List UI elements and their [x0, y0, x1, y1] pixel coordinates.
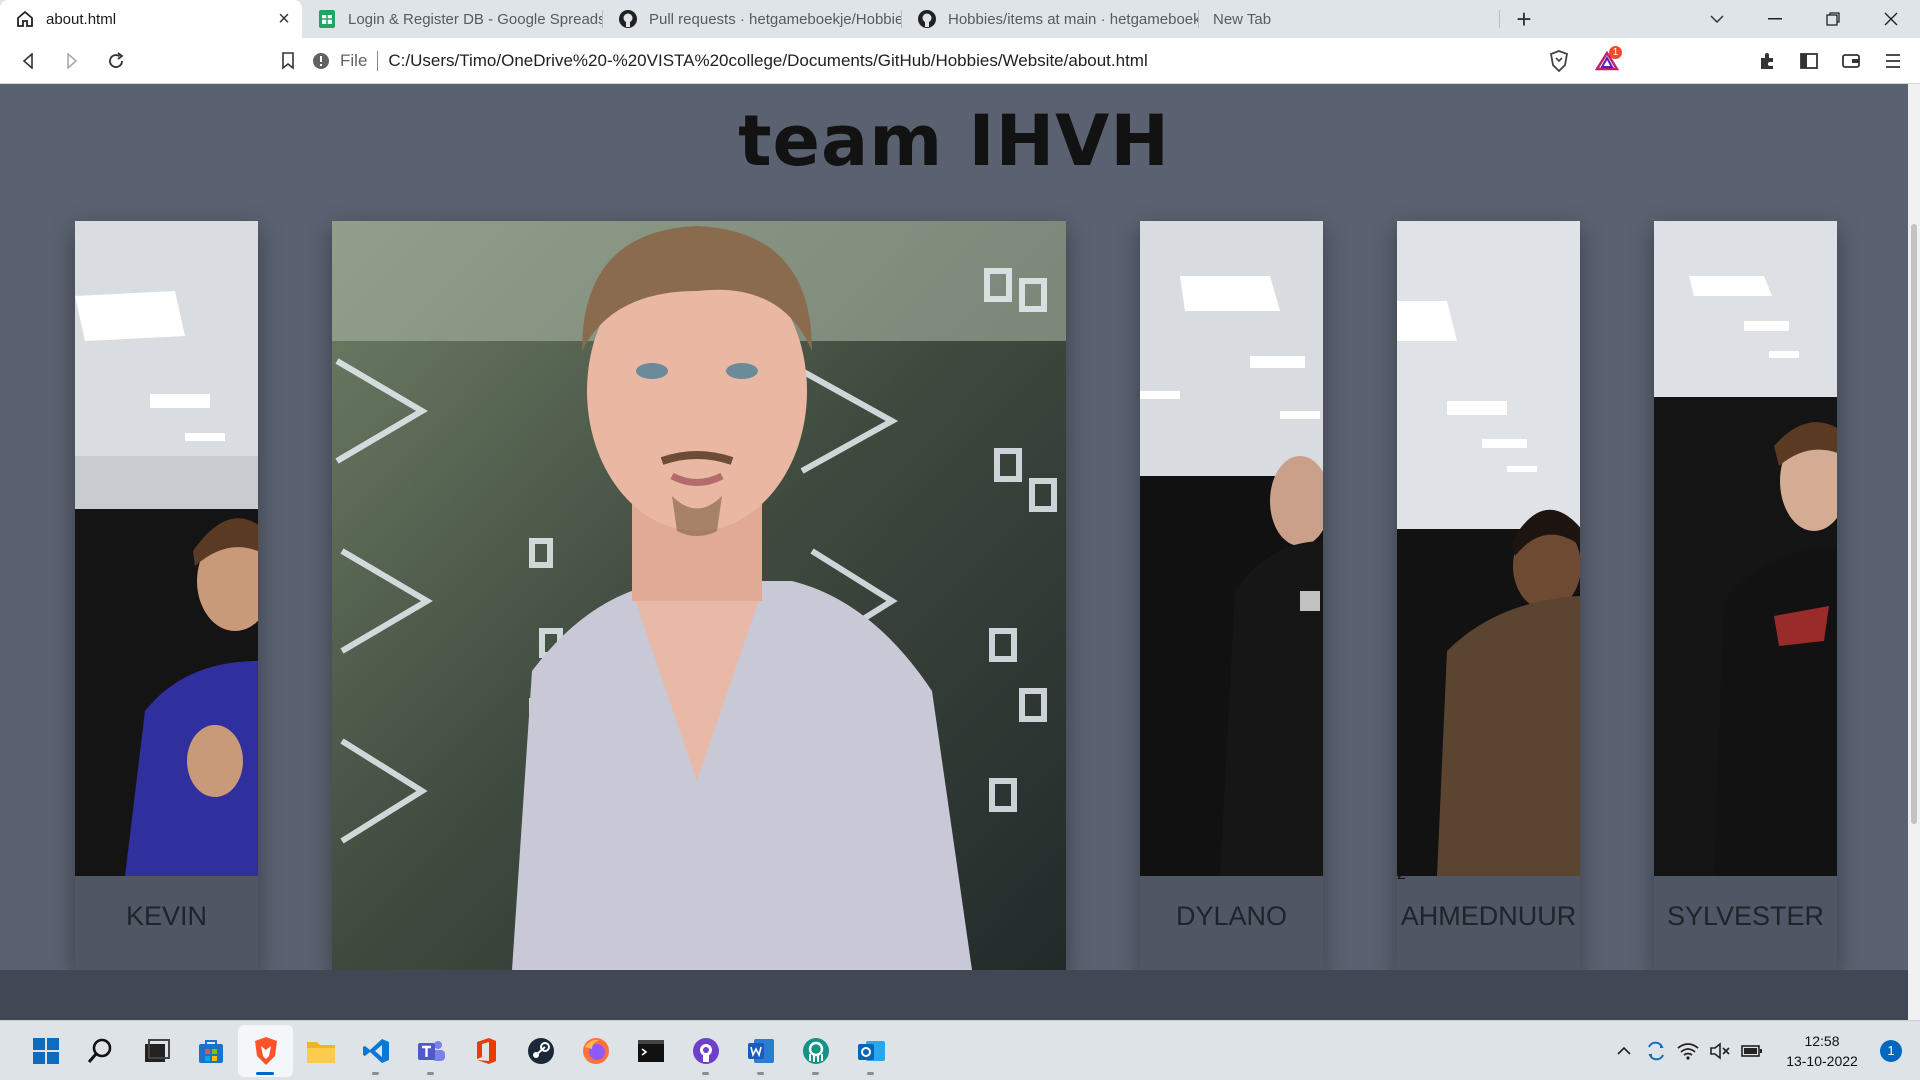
team-card-featured[interactable]: [332, 221, 1066, 970]
github-icon: [916, 8, 938, 30]
reload-icon[interactable]: [96, 41, 136, 81]
page-scrollbar[interactable]: [1908, 84, 1920, 1032]
battery-icon[interactable]: [1736, 1021, 1768, 1080]
page-viewport: team IHVH KEVIN DYLANO AHMEDNUUR SYLVEST…: [0, 84, 1908, 1032]
brave-rewards-icon[interactable]: 1: [1586, 38, 1628, 84]
sidebar-icon[interactable]: [1788, 38, 1830, 84]
forward-icon[interactable]: [52, 41, 92, 81]
window-controls: [1688, 0, 1920, 38]
chevron-up-icon[interactable]: [1608, 1021, 1640, 1080]
back-icon[interactable]: [8, 41, 48, 81]
tab-search-chevron-icon[interactable]: [1688, 0, 1746, 38]
teams-icon[interactable]: [403, 1025, 458, 1077]
stray-text: 2: [1397, 866, 1406, 883]
clock[interactable]: 12:58 13-10-2022: [1774, 1031, 1870, 1071]
terminal-icon[interactable]: [623, 1025, 678, 1077]
team-photo-kevin: [75, 221, 258, 876]
brave-shields-icon[interactable]: [1538, 38, 1580, 84]
close-tab-icon[interactable]: ×: [274, 9, 294, 29]
team-photo-sylvester: [1654, 221, 1837, 876]
bookmark-icon[interactable]: [268, 41, 308, 81]
info-icon[interactable]: [312, 52, 330, 70]
toolbar: File C:/Users/Timo/OneDrive%20-%20VISTA%…: [0, 38, 1920, 84]
taskbar: 12:58 13-10-2022 1: [0, 1020, 1920, 1080]
steam-icon[interactable]: [513, 1025, 568, 1077]
address-bar[interactable]: File C:/Users/Timo/OneDrive%20-%20VISTA%…: [312, 44, 1520, 78]
firefox-icon[interactable]: [568, 1025, 623, 1077]
team-card-sylvester[interactable]: SYLVESTER: [1654, 221, 1837, 970]
team-photo-dylano: [1140, 221, 1323, 876]
windows-start-icon[interactable]: [18, 1025, 73, 1077]
team-card-dylano[interactable]: DYLANO: [1140, 221, 1323, 970]
new-tab-button[interactable]: +: [1500, 0, 1548, 38]
sheets-icon: [316, 8, 338, 30]
extensions-icon[interactable]: [1746, 38, 1788, 84]
task-view-icon[interactable]: [128, 1025, 183, 1077]
toolbar-right: 1: [1538, 38, 1920, 84]
tab-title: Login & Register DB - Google Spreads: [348, 10, 602, 28]
taskbar-apps: [18, 1025, 898, 1077]
volume-muted-icon[interactable]: [1704, 1021, 1736, 1080]
tab-google-sheets[interactable]: Login & Register DB - Google Spreads: [302, 0, 602, 38]
tab-title: Hobbies/items at main · hetgameboek: [948, 10, 1198, 28]
member-name: DYLANO: [1175, 901, 1288, 931]
minimize-icon[interactable]: [1746, 0, 1804, 38]
search-icon[interactable]: [73, 1025, 128, 1077]
tab-new-tab[interactable]: New Tab: [1199, 0, 1499, 38]
menu-icon[interactable]: [1872, 38, 1914, 84]
github-desktop-icon[interactable]: [678, 1025, 733, 1077]
restore-icon[interactable]: [1804, 0, 1862, 38]
vscode-icon[interactable]: [348, 1025, 403, 1077]
gitkraken-icon[interactable]: [788, 1025, 843, 1077]
team-card-ahmednuur[interactable]: AHMEDNUUR: [1397, 221, 1580, 970]
member-name: KEVIN: [125, 901, 208, 931]
brave-icon[interactable]: [238, 1025, 293, 1077]
store-icon[interactable]: [183, 1025, 238, 1077]
home-icon: [14, 8, 36, 30]
tab-title: about.html: [46, 10, 117, 28]
tab-about-html[interactable]: about.html ×: [0, 0, 302, 38]
member-name: AHMEDNUUR: [1400, 901, 1577, 931]
url-text: C:/Users/Timo/OneDrive%20-%20VISTA%20col…: [388, 51, 1148, 70]
tab-pull-requests[interactable]: Pull requests · hetgameboekje/Hobbie: [603, 0, 901, 38]
file-explorer-icon[interactable]: [293, 1025, 348, 1077]
scroll-thumb[interactable]: [1911, 224, 1917, 824]
word-icon[interactable]: [733, 1025, 788, 1077]
system-tray: 12:58 13-10-2022 1: [1608, 1021, 1920, 1080]
url-scheme: File: [340, 51, 368, 70]
notification-badge[interactable]: 1: [1880, 1040, 1902, 1062]
office-icon[interactable]: [458, 1025, 513, 1077]
tab-strip: about.html × Login & Register DB - Googl…: [0, 0, 1920, 38]
rewards-badge: 1: [1609, 46, 1622, 59]
tab-hobbies-items[interactable]: Hobbies/items at main · hetgameboek: [902, 0, 1198, 38]
onedrive-sync-icon[interactable]: [1640, 1021, 1672, 1080]
github-icon: [617, 8, 639, 30]
clock-date: 13-10-2022: [1786, 1053, 1858, 1069]
tab-title: Pull requests · hetgameboekje/Hobbie: [649, 10, 901, 28]
team-card-kevin[interactable]: KEVIN: [75, 221, 258, 970]
wifi-icon[interactable]: [1672, 1021, 1704, 1080]
page-title: team IHVH: [738, 100, 1170, 182]
outlook-icon[interactable]: [843, 1025, 898, 1077]
tab-title: New Tab: [1213, 10, 1272, 28]
member-name: SYLVESTER: [1666, 901, 1825, 931]
close-window-icon[interactable]: [1862, 0, 1920, 38]
clock-time: 12:58: [1804, 1033, 1840, 1049]
team-photo-featured: [332, 221, 1066, 970]
team-photo-ahmednuur: [1397, 221, 1580, 876]
wallet-icon[interactable]: [1830, 38, 1872, 84]
